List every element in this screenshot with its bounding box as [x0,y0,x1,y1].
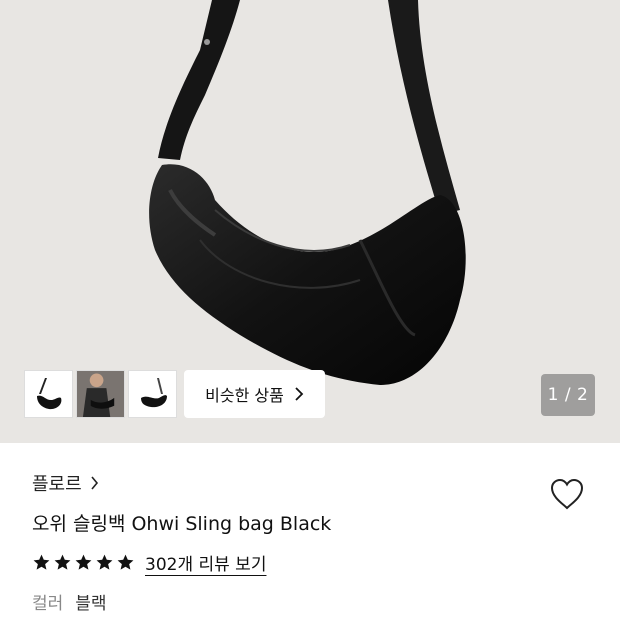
thumbnail-bag-front[interactable] [24,370,73,418]
brand-link[interactable]: 플로르 [32,470,592,496]
color-value: 블랙 [75,594,107,614]
rating-stars [32,553,135,572]
thumbnail-model-wearing[interactable] [76,370,125,418]
view-reviews-link[interactable]: 302개 리뷰 보기 [145,550,266,575]
image-pager-indicator: 1 / 2 [541,374,595,416]
color-label: 컬러 [32,594,64,614]
bag-thumbnail-icon [36,378,61,410]
heart-icon[interactable] [549,477,585,511]
product-image-gallery[interactable]: 비슷한 상품 1 / 2 [0,0,620,443]
chevron-right-icon [91,476,98,490]
similar-products-button[interactable]: 비슷한 상품 [184,370,325,418]
thumbnail-bag-side[interactable] [128,370,177,418]
brand-name: 플로르 [32,474,82,495]
star-icon [96,554,113,570]
color-row: 컬러 블랙 [32,589,592,614]
star-icon [75,554,92,570]
product-title: 오위 슬링백 Ohwi Sling bag Black [32,513,332,535]
thumbnail-strip [24,370,177,418]
pager-text: 1 / 2 [547,385,589,405]
bag-side-thumbnail-icon [140,378,167,408]
star-icon [117,554,134,570]
chevron-right-icon [295,387,304,401]
review-row: 302개 리뷰 보기 [32,550,592,575]
similar-products-label: 비슷한 상품 [205,386,284,405]
model-thumbnail-icon [77,371,124,417]
product-info: 플로르 오위 슬링백 Ohwi Sling bag Black 302개 리뷰 … [32,470,592,614]
star-icon [33,554,50,570]
star-icon [54,554,71,570]
